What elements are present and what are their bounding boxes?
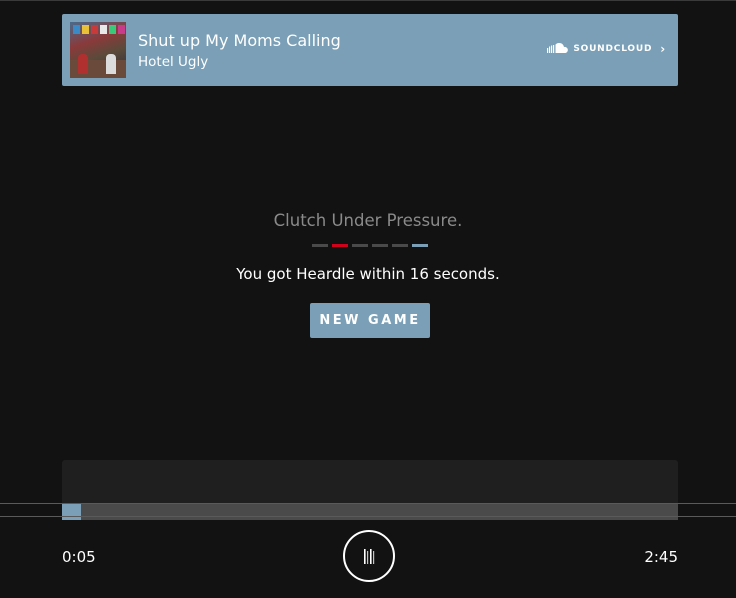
soundcloud-label: SOUNDCLOUD bbox=[573, 43, 653, 54]
artwork-flag bbox=[91, 25, 98, 34]
guess-slot-wrong bbox=[332, 244, 348, 247]
track-title[interactable]: Shut up My Moms Calling bbox=[138, 31, 341, 50]
artwork-flag bbox=[73, 25, 80, 34]
artwork-figure bbox=[106, 54, 116, 74]
guess-indicator bbox=[312, 244, 428, 247]
album-artwork[interactable] bbox=[70, 22, 126, 78]
top-divider bbox=[0, 0, 736, 1]
result-heading: Clutch Under Pressure. bbox=[273, 211, 463, 230]
guess-slot-correct bbox=[412, 244, 428, 247]
artwork-flag bbox=[109, 25, 116, 34]
artwork-flag bbox=[82, 25, 89, 34]
artwork-flag bbox=[100, 25, 107, 34]
progress-bar[interactable] bbox=[62, 504, 678, 520]
result-message: You got Heardle within 16 seconds. bbox=[236, 265, 500, 283]
progress-fill bbox=[62, 504, 82, 520]
track-artist[interactable]: Hotel Ugly bbox=[138, 54, 208, 70]
play-pause-button[interactable] bbox=[343, 530, 395, 582]
progress-divider-top bbox=[0, 503, 736, 504]
total-time: 2:45 bbox=[644, 548, 678, 566]
guess-slot-skipped bbox=[312, 244, 328, 247]
heardle-page: Shut up My Moms Calling Hotel Ugly SOUND… bbox=[0, 0, 736, 598]
progress-divider-bottom bbox=[0, 516, 736, 517]
chevron-right-icon: › bbox=[660, 41, 666, 56]
soundcloud-logo-icon bbox=[547, 43, 569, 53]
soundcloud-player[interactable]: Shut up My Moms Calling Hotel Ugly SOUND… bbox=[62, 14, 678, 86]
soundcloud-link[interactable]: SOUNDCLOUD › bbox=[547, 41, 666, 56]
guess-slot-skipped bbox=[372, 244, 388, 247]
progress-panel bbox=[62, 460, 678, 520]
artwork-flag bbox=[118, 25, 125, 34]
pause-icon bbox=[364, 549, 375, 564]
guess-slot-skipped bbox=[352, 244, 368, 247]
new-game-button[interactable]: NEW GAME bbox=[310, 303, 430, 338]
artwork-figure bbox=[78, 54, 88, 74]
guess-slot-skipped bbox=[392, 244, 408, 247]
elapsed-time: 0:05 bbox=[62, 548, 96, 566]
